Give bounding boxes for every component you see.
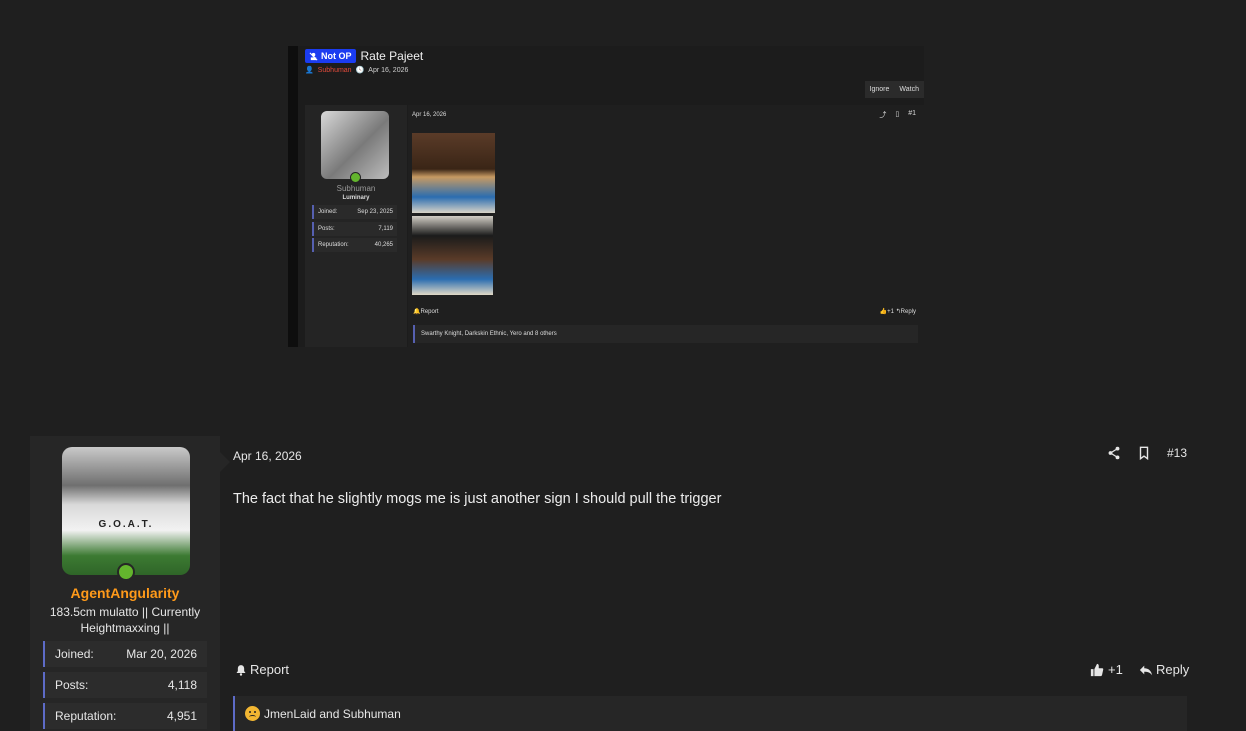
- thumbs-up-icon: 👍: [879, 309, 888, 315]
- embed-photo-front: [412, 133, 495, 213]
- stat-label: Reputation:: [318, 242, 349, 248]
- embed-user-rank: Luminary: [342, 195, 370, 201]
- embed-stat-joined: Joined: Sep 23, 2025: [312, 205, 397, 219]
- stat-reputation: Reputation: 4,951: [43, 703, 207, 729]
- clock-icon: 🕓: [355, 67, 365, 74]
- embedded-screenshot: Not OP Rate Pajeet 👤 Subhuman 🕓 Apr 16, …: [288, 46, 924, 347]
- stat-label: Posts:: [318, 226, 335, 232]
- avatar-shirt-text: G.O.A.T.: [98, 519, 154, 530]
- embed-reply-label: Reply: [900, 309, 916, 315]
- share-icon[interactable]: [1107, 446, 1121, 460]
- user-title: 183.5cm mulatto || Currently Heightmaxxi…: [49, 605, 201, 635]
- stat-value: Mar 20, 2026: [126, 647, 197, 661]
- username-link[interactable]: AgentAngularity: [30, 585, 220, 601]
- embed-thread-meta: 👤 Subhuman 🕓 Apr 16, 2026: [305, 66, 409, 75]
- stat-label: Joined:: [318, 209, 338, 215]
- embed-like-reply: 👍+1 ↰Reply: [880, 308, 916, 315]
- embed-post-body: Apr 16, 2026 ⤴ ▯ #1 🔔Report 👍+1 ↰Reply S…: [408, 105, 924, 347]
- stat-posts: Posts: 4,118: [43, 672, 207, 698]
- stat-value: 4,118: [167, 678, 197, 692]
- embed-user-panel: Subhuman Luminary Joined: Sep 23, 2025 Po…: [305, 105, 407, 347]
- reply-button[interactable]: Reply: [1139, 662, 1189, 677]
- embed-post-number: #1: [908, 110, 916, 117]
- embed-thread-buttons: Ignore Watch: [864, 81, 924, 98]
- embed-title-row: Not OP Rate Pajeet: [305, 49, 423, 63]
- embed-report: 🔔Report: [413, 308, 439, 315]
- avatar[interactable]: G.O.A.T.: [62, 447, 190, 575]
- stat-label: Reputation:: [55, 709, 117, 723]
- stat-label: Joined:: [55, 647, 94, 661]
- user-icon: 👤: [305, 67, 314, 74]
- embed-avatar: [321, 111, 389, 183]
- embed-thread-title: Rate Pajeet: [360, 49, 424, 63]
- stat-value: Sep 23, 2025: [357, 209, 393, 215]
- report-button[interactable]: Report: [235, 662, 289, 677]
- embed-post-icons: ⤴ ▯ #1: [879, 110, 916, 120]
- online-status-dot: [117, 563, 135, 581]
- not-op-badge: Not OP: [305, 49, 356, 63]
- embed-author: Subhuman: [317, 66, 352, 74]
- user-panel: G.O.A.T. AgentAngularity 183.5cm mulatto…: [30, 436, 230, 731]
- embed-ignore-button: Ignore: [869, 86, 890, 93]
- post-message: The fact that he slightly mogs me is jus…: [233, 491, 722, 507]
- post-number[interactable]: #13: [1167, 446, 1187, 460]
- embed-reactions-text: Swarthy Knight, Darkskin Ethnic, Yero an…: [421, 331, 557, 337]
- post-date[interactable]: Apr 16, 2026: [233, 449, 302, 463]
- embed-post-date: Apr 16, 2026: [412, 112, 447, 118]
- badge-label: Not OP: [321, 51, 352, 61]
- report-label: Report: [250, 662, 290, 677]
- sad-emoji-icon: [245, 706, 260, 721]
- share-icon: ⤴: [879, 112, 887, 119]
- embed-username: Subhuman: [336, 184, 376, 193]
- post-actions: #13: [1107, 446, 1187, 460]
- embed-online-dot: [350, 172, 361, 183]
- bookmark-icon[interactable]: [1137, 446, 1151, 460]
- reply-icon: [1139, 665, 1153, 675]
- embed-left-bar: [288, 46, 298, 347]
- bell-icon: [236, 664, 246, 676]
- embed-report-label: Report: [420, 309, 439, 315]
- embed-photo-side: [412, 216, 493, 295]
- embed-watch-button: Watch: [899, 86, 919, 93]
- reactions-bar[interactable]: JmenLaid and Subhuman: [233, 696, 1187, 731]
- reactions-text[interactable]: JmenLaid and Subhuman: [264, 707, 401, 721]
- stat-joined: Joined: Mar 20, 2026: [43, 641, 207, 667]
- embed-reactions-bar: Swarthy Knight, Darkskin Ethnic, Yero an…: [413, 325, 918, 343]
- stat-value: 7,119: [378, 226, 393, 232]
- embed-date: Apr 16, 2026: [368, 66, 409, 74]
- stat-value: 4,951: [166, 709, 197, 723]
- bookmark-icon: ▯: [895, 111, 900, 118]
- like-count: +1: [1108, 662, 1123, 677]
- stat-value: 40,265: [374, 242, 393, 248]
- no-user-icon: [309, 52, 318, 60]
- thumbs-up-icon: [1090, 663, 1104, 676]
- embed-stat-reputation: Reputation: 40,265: [312, 238, 397, 252]
- embed-like-label: +1: [887, 309, 894, 315]
- reply-label: Reply: [1156, 662, 1190, 677]
- embed-stat-posts: Posts: 7,119: [312, 222, 397, 236]
- like-button[interactable]: +1: [1090, 662, 1123, 677]
- stat-label: Posts:: [55, 678, 89, 692]
